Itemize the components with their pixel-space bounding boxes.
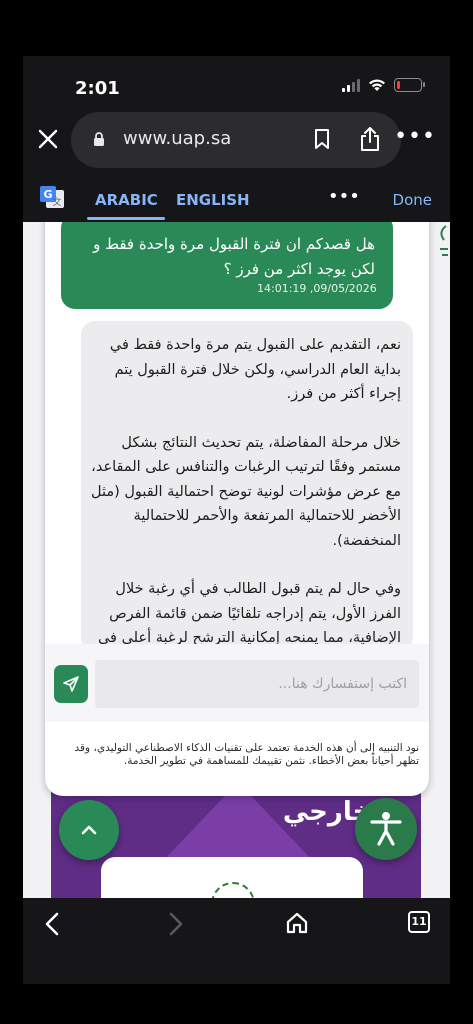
forward-icon[interactable] [165, 912, 185, 936]
chat-panel: هل قصدكم ان فترة القبول مرة واحدة فقط و … [45, 222, 429, 796]
scroll-top-button[interactable] [59, 800, 119, 860]
user-message-time: 14:01:19 ,09/05/2026 [257, 282, 377, 295]
tab-english[interactable]: ENGLISH [176, 191, 250, 209]
wifi-icon [369, 79, 385, 91]
more-menu-icon[interactable]: ••• [394, 124, 436, 149]
chat-input[interactable] [95, 660, 419, 708]
bot-message-bubble: نعم، التقديم على القبول يتم مرة واحدة فق… [81, 321, 413, 651]
send-icon [63, 676, 79, 692]
address-bar[interactable]: www.uap.sa [71, 112, 401, 168]
user-message-text: هل قصدكم ان فترة القبول مرة واحدة فقط و … [93, 235, 375, 278]
web-content: الخارجي هل قصدكم ان فترة القبول مرة واحد… [23, 222, 450, 898]
translate-more-icon[interactable]: ••• [328, 186, 360, 207]
bookmark-icon[interactable] [313, 128, 331, 150]
close-button[interactable] [33, 126, 63, 156]
browser-toolbar: 11 [23, 898, 450, 984]
status-icons [342, 78, 425, 92]
svg-text:G: G [43, 188, 52, 201]
accessibility-button[interactable] [355, 798, 417, 860]
share-icon[interactable] [359, 126, 381, 152]
url-text: www.uap.sa [123, 128, 232, 149]
translate-bar: G 文 ARABIC ENGLISH ••• Done [23, 182, 450, 222]
svg-text:文: 文 [52, 196, 61, 208]
tab-switcher-button[interactable]: 11 [408, 911, 430, 933]
bot-message-paragraph: نعم، التقديم على القبول يتم مرة واحدة فق… [109, 337, 401, 402]
ai-disclaimer: نود التنبيه إلى أن هذه الخدمة تعتمد على … [74, 742, 419, 767]
chevron-up-icon [81, 825, 97, 835]
home-icon[interactable] [285, 911, 309, 935]
tab-arabic-indicator [87, 217, 165, 220]
bot-message-paragraph: وفي حال لم يتم قبول الطالب في أي رغبة خل… [97, 581, 401, 646]
close-icon [38, 129, 58, 149]
google-translate-icon: G 文 [40, 186, 64, 208]
bot-message-paragraph: خلال مرحلة المفاضلة، يتم تحديث النتائج ب… [90, 434, 401, 549]
translate-done-button[interactable]: Done [393, 191, 432, 209]
lock-icon [94, 132, 104, 146]
tab-arabic[interactable]: ARABIC [95, 191, 158, 209]
status-time: 2:01 [75, 78, 120, 99]
accessibility-icon [370, 812, 402, 846]
send-button[interactable] [54, 665, 88, 703]
phone-screen: 2:01 www.uap.sa ••• G 文 ARABIC ENGLISH •… [23, 56, 450, 984]
chat-input-row [45, 644, 429, 722]
signal-icon [342, 78, 360, 92]
user-message-bubble: هل قصدكم ان فترة القبول مرة واحدة فقط و … [61, 222, 393, 309]
back-icon[interactable] [43, 912, 63, 936]
battery-icon [394, 78, 425, 92]
